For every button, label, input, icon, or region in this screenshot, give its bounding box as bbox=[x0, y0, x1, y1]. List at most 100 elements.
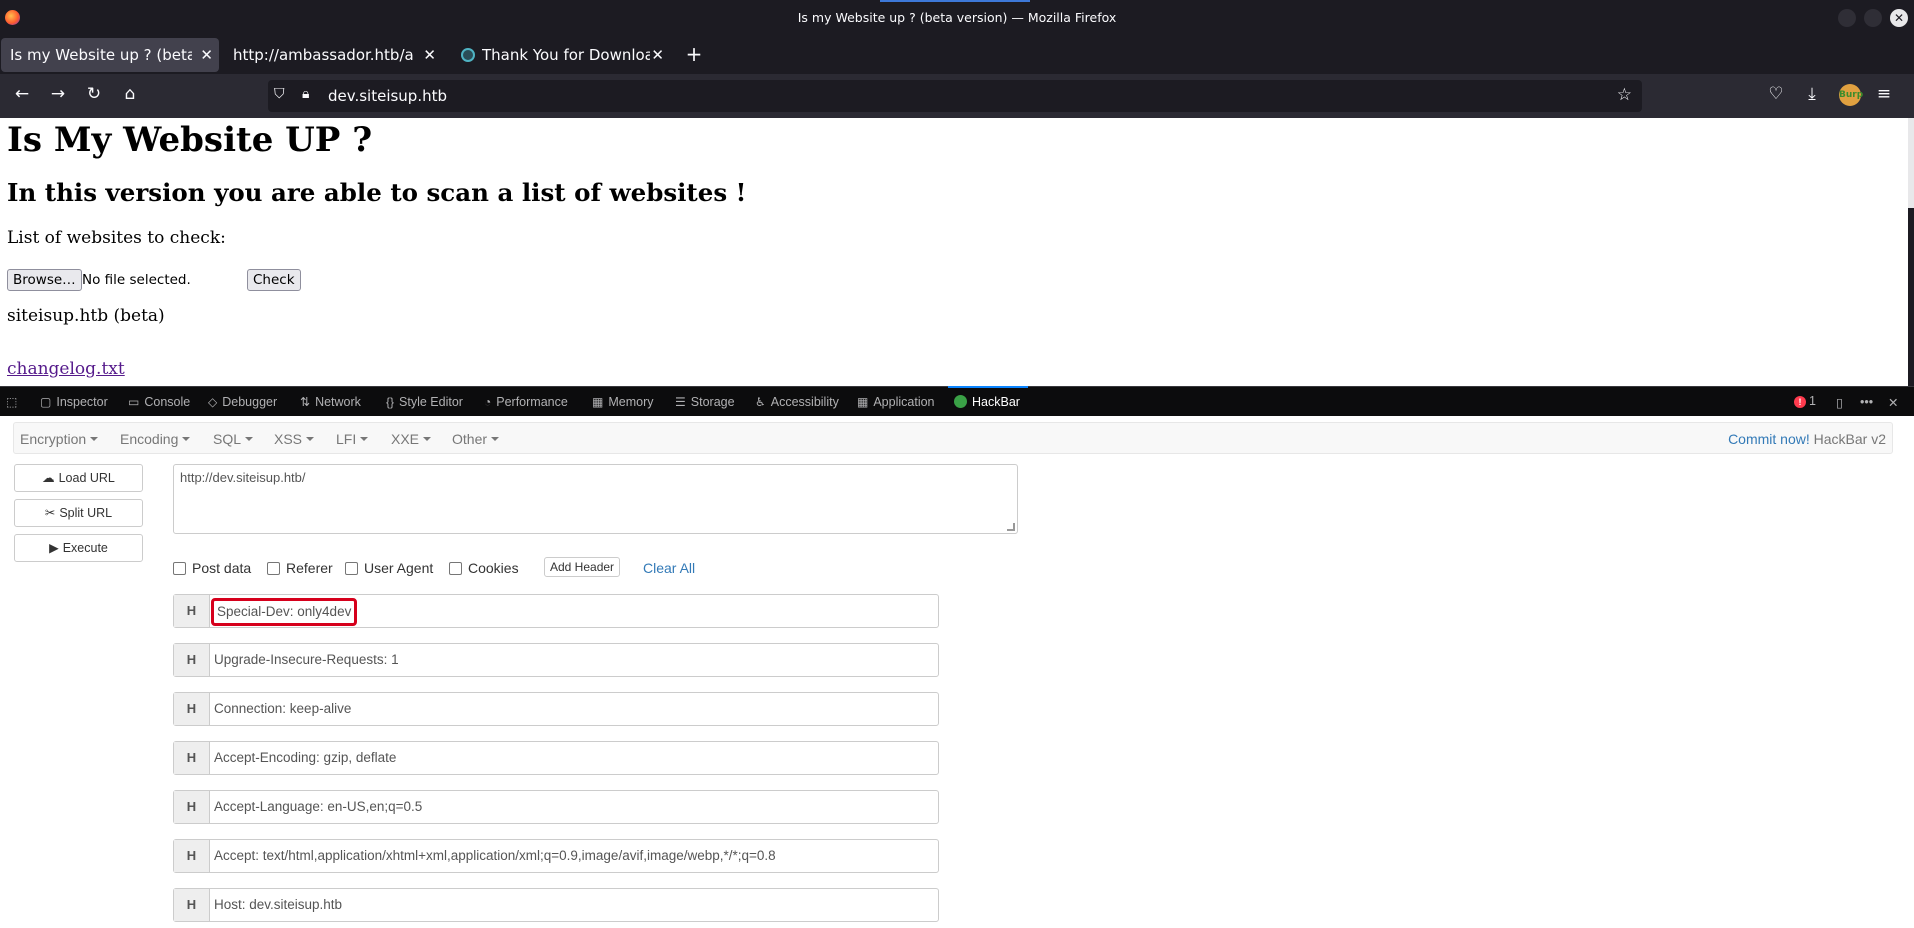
devtools-tab-application[interactable]: ▦ Application bbox=[857, 395, 935, 409]
new-tab-button[interactable]: + bbox=[684, 36, 704, 74]
devtools-tab-hackbar[interactable]: HackBar bbox=[954, 395, 1020, 409]
header-row: H Connection: keep-alive bbox=[173, 692, 939, 726]
url-text[interactable]: dev.siteisup.htb bbox=[328, 87, 447, 105]
minimize-button[interactable] bbox=[1838, 9, 1856, 27]
tab-siteisup[interactable]: Is my Website up ? (beta version) ✕ bbox=[1, 38, 219, 72]
maximize-button[interactable] bbox=[1864, 9, 1882, 27]
check-button[interactable]: Check bbox=[247, 269, 301, 291]
tab-label: Memory bbox=[608, 395, 654, 409]
tab-close-icon[interactable]: ✕ bbox=[200, 38, 213, 72]
tab-label: Storage bbox=[690, 395, 735, 409]
tab-label: Inspector bbox=[56, 395, 108, 409]
hackbar-panel: Encryption Encoding SQL XSS LFI XXE Othe… bbox=[0, 416, 1914, 928]
cookies-checkbox[interactable] bbox=[449, 562, 462, 575]
header-input[interactable]: Upgrade-Insecure-Requests: 1 bbox=[214, 652, 399, 667]
button-label: Execute bbox=[62, 541, 108, 555]
menu-icon[interactable]: ≡ bbox=[1872, 84, 1896, 104]
menu-xss[interactable]: XSS bbox=[274, 431, 315, 447]
user-agent-checkbox[interactable] bbox=[345, 562, 358, 575]
tab-ambassador[interactable]: http://ambassador.htb/ananke ✕ bbox=[224, 38, 442, 72]
menu-other[interactable]: Other bbox=[452, 431, 500, 447]
header-input[interactable]: Host: dev.siteisup.htb bbox=[214, 897, 342, 912]
header-input[interactable]: Accept-Language: en-US,en;q=0.5 bbox=[214, 799, 422, 814]
header-input[interactable]: Connection: keep-alive bbox=[214, 701, 351, 716]
title-accent-line bbox=[880, 0, 1030, 2]
reload-icon[interactable]: ↻ bbox=[82, 84, 106, 104]
scissors-icon: ✂ bbox=[44, 506, 56, 520]
button-label: Split URL bbox=[59, 506, 113, 520]
cookies-option[interactable]: Cookies bbox=[449, 560, 519, 576]
bookmark-star-icon[interactable]: ☆ bbox=[1617, 85, 1632, 105]
add-header-button[interactable]: Add Header bbox=[544, 557, 621, 577]
home-icon[interactable]: ⌂ bbox=[118, 84, 142, 104]
devtools-tab-network[interactable]: ⇅ Network bbox=[300, 395, 361, 409]
nav-bar: ← → ↻ ⌂ ⛉ 🔒︎ dev.siteisup.htb ☆ ♡ ⤓ Burp… bbox=[0, 74, 1914, 118]
footer-text: siteisup.htb (beta) bbox=[7, 306, 165, 326]
caret-down-icon bbox=[182, 437, 191, 441]
post-data-checkbox[interactable] bbox=[173, 562, 186, 575]
file-status: No file selected. bbox=[82, 272, 191, 288]
referer-checkbox[interactable] bbox=[267, 562, 280, 575]
burp-extension-icon[interactable]: Burp bbox=[1839, 84, 1863, 106]
menu-label: Encoding bbox=[120, 431, 179, 447]
resize-grip-icon[interactable] bbox=[1007, 523, 1015, 531]
active-tab-indicator bbox=[948, 386, 1028, 388]
menu-sql[interactable]: SQL bbox=[213, 431, 254, 447]
devtools-tab-memory[interactable]: ▦ Memory bbox=[592, 395, 654, 409]
tab-label: Performance bbox=[496, 395, 568, 409]
download-icon[interactable]: ⤓ bbox=[1800, 84, 1824, 104]
address-bar[interactable]: ⛉ 🔒︎ dev.siteisup.htb ☆ bbox=[268, 80, 1642, 112]
close-window-button[interactable]: ✕ bbox=[1890, 9, 1908, 27]
header-badge: H bbox=[174, 595, 210, 627]
element-picker-icon[interactable]: ⬚ bbox=[6, 395, 22, 409]
hackbar-icon bbox=[954, 395, 967, 408]
scrollbar-thumb[interactable] bbox=[1908, 208, 1914, 386]
devtools-tab-performance[interactable]: ◔ Performance bbox=[484, 395, 568, 409]
back-arrow-icon[interactable]: ← bbox=[10, 84, 34, 104]
close-devtools-icon[interactable]: ✕ bbox=[1888, 395, 1898, 410]
header-input[interactable]: Special-Dev: only4dev bbox=[211, 598, 358, 626]
page-subtitle: In this version you are able to scan a l… bbox=[7, 178, 747, 207]
clear-all-link[interactable]: Clear All bbox=[643, 560, 695, 576]
caret-down-icon bbox=[423, 437, 432, 441]
menu-lfi[interactable]: LFI bbox=[336, 431, 369, 447]
menu-encryption[interactable]: Encryption bbox=[20, 431, 99, 447]
shield-icon[interactable]: ⛉ bbox=[274, 86, 285, 102]
browse-button[interactable]: Browse… bbox=[7, 269, 82, 291]
caret-down-icon bbox=[491, 437, 500, 441]
split-url-button[interactable]: ✂ Split URL bbox=[14, 499, 143, 527]
post-data-option[interactable]: Post data bbox=[173, 560, 251, 576]
devtools-tab-storage[interactable]: ☰ Storage bbox=[675, 395, 735, 409]
menu-encoding[interactable]: Encoding bbox=[120, 431, 191, 447]
menu-label: XXE bbox=[391, 431, 420, 447]
tab-label: Thank You for Downloading bbox=[482, 46, 650, 64]
devtools-tab-debugger[interactable]: ◇ Debugger bbox=[208, 395, 277, 409]
commit-area: Commit now! HackBar v2 bbox=[1728, 431, 1886, 447]
referer-option[interactable]: Referer bbox=[267, 560, 333, 576]
window-title: Is my Website up ? (beta version) — Mozi… bbox=[797, 10, 1117, 25]
tab-thank-you[interactable]: Thank You for Downloading ✕ bbox=[452, 38, 670, 72]
devtools-tab-console[interactable]: ▭ Console bbox=[128, 395, 190, 409]
more-options-icon[interactable]: ••• bbox=[1860, 395, 1873, 409]
load-url-button[interactable]: ☁ Load URL bbox=[14, 464, 143, 492]
tab-close-icon[interactable]: ✕ bbox=[651, 38, 664, 72]
file-upload-row: Browse… No file selected. Check bbox=[7, 269, 301, 291]
dock-toggle-icon[interactable]: ▯ bbox=[1836, 395, 1843, 410]
error-count-badge[interactable]: ! 1 bbox=[1794, 394, 1816, 408]
lock-icon[interactable]: 🔒︎ bbox=[302, 86, 309, 102]
devtools-tab-inspector[interactable]: ▢ Inspector bbox=[40, 395, 108, 409]
header-input[interactable]: Accept: text/html,application/xhtml+xml,… bbox=[214, 848, 776, 863]
execute-button[interactable]: ▶ Execute bbox=[14, 534, 143, 562]
header-input[interactable]: Accept-Encoding: gzip, deflate bbox=[214, 750, 396, 765]
devtools-tab-style-editor[interactable]: {} Style Editor bbox=[386, 395, 463, 409]
forward-arrow-icon[interactable]: → bbox=[46, 84, 70, 104]
url-textarea[interactable]: http://dev.siteisup.htb/ bbox=[173, 464, 1018, 534]
tab-close-icon[interactable]: ✕ bbox=[423, 38, 436, 72]
pocket-icon[interactable]: ♡ bbox=[1764, 84, 1788, 104]
user-agent-option[interactable]: User Agent bbox=[345, 560, 433, 576]
menu-xxe[interactable]: XXE bbox=[391, 431, 432, 447]
devtools-tab-accessibility[interactable]: ♿︎ Accessibility bbox=[755, 395, 839, 409]
page-scrollbar[interactable] bbox=[1908, 118, 1914, 386]
changelog-link[interactable]: changelog.txt bbox=[7, 359, 125, 379]
commit-now-link[interactable]: Commit now! bbox=[1728, 431, 1810, 447]
